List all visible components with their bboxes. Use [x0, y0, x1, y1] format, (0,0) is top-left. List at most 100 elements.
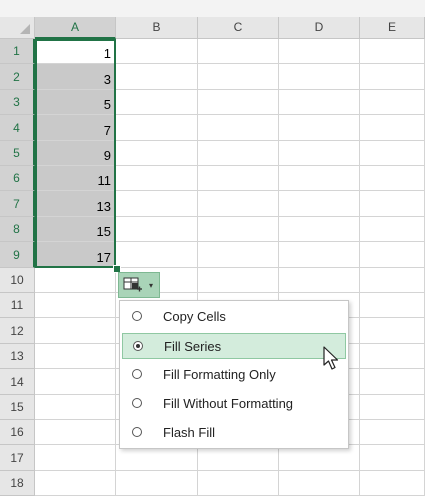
cell-a14[interactable]: [35, 369, 116, 395]
cell-c10[interactable]: [198, 268, 279, 293]
cell-e9[interactable]: [360, 242, 425, 268]
cell-b7[interactable]: [116, 191, 198, 217]
menu-item-flash-fill[interactable]: Flash Fill: [122, 420, 346, 446]
cell-a2[interactable]: 3: [35, 64, 116, 90]
cell-a6[interactable]: 11: [35, 166, 116, 191]
cell-a10[interactable]: [35, 268, 116, 293]
auto-fill-options-button[interactable]: ▾: [118, 272, 160, 298]
cell-a9[interactable]: 17: [35, 242, 116, 268]
cell-d10[interactable]: [279, 268, 360, 293]
cell-d2[interactable]: [279, 64, 360, 90]
cell-d4[interactable]: [279, 115, 360, 141]
row-header-17[interactable]: 17: [0, 445, 35, 471]
cell-e3[interactable]: [360, 90, 425, 115]
column-header-d[interactable]: D: [279, 17, 360, 39]
cell-e12[interactable]: [360, 318, 425, 344]
column-header-c[interactable]: C: [198, 17, 279, 39]
cell-d3[interactable]: [279, 90, 360, 115]
cell-a11[interactable]: [35, 293, 116, 318]
row-header-15[interactable]: 15: [0, 395, 35, 420]
cell-c9[interactable]: [198, 242, 279, 268]
cell-c5[interactable]: [198, 141, 279, 166]
cell-b18[interactable]: [116, 471, 198, 496]
cell-d1[interactable]: [279, 39, 360, 64]
cell-b8[interactable]: [116, 217, 198, 242]
cell-b5[interactable]: [116, 141, 198, 166]
cell-a7[interactable]: 13: [35, 191, 116, 217]
cell-b6[interactable]: [116, 166, 198, 191]
cell-a17[interactable]: [35, 445, 116, 471]
cell-e11[interactable]: [360, 293, 425, 318]
column-header-a[interactable]: A: [35, 17, 116, 39]
cell-c8[interactable]: [198, 217, 279, 242]
cell-e17[interactable]: [360, 445, 425, 471]
cell-e10[interactable]: [360, 268, 425, 293]
row-header-12[interactable]: 12: [0, 318, 35, 344]
row-header-13[interactable]: 13: [0, 344, 35, 369]
cell-a3[interactable]: 5: [35, 90, 116, 115]
cell-a15[interactable]: [35, 395, 116, 420]
cell-c7[interactable]: [198, 191, 279, 217]
cell-d5[interactable]: [279, 141, 360, 166]
row-header-5[interactable]: 5: [0, 141, 35, 166]
cell-e4[interactable]: [360, 115, 425, 141]
row-header-11[interactable]: 11: [0, 293, 35, 318]
cell-e18[interactable]: [360, 471, 425, 496]
row-header-9[interactable]: 9: [0, 242, 35, 268]
row-header-14[interactable]: 14: [0, 369, 35, 395]
cell-c4[interactable]: [198, 115, 279, 141]
cell-c6[interactable]: [198, 166, 279, 191]
menu-item-label: Fill Series: [164, 339, 222, 354]
row-header-7[interactable]: 7: [0, 191, 35, 217]
cell-b2[interactable]: [116, 64, 198, 90]
row-header-2[interactable]: 2: [0, 64, 35, 90]
row-header-3[interactable]: 3: [0, 90, 35, 115]
cell-a1[interactable]: 1: [35, 39, 116, 64]
row-header-4[interactable]: 4: [0, 115, 35, 141]
cell-a4[interactable]: 7: [35, 115, 116, 141]
cell-c3[interactable]: [198, 90, 279, 115]
cell-c18[interactable]: [198, 471, 279, 496]
cell-b1[interactable]: [116, 39, 198, 64]
menu-item-fill-formatting-only[interactable]: Fill Formatting Only: [122, 362, 346, 388]
row-header-10[interactable]: 10: [0, 268, 35, 293]
cell-e14[interactable]: [360, 369, 425, 395]
cell-c2[interactable]: [198, 64, 279, 90]
cell-e5[interactable]: [360, 141, 425, 166]
menu-item-fill-without-formatting[interactable]: Fill Without Formatting: [122, 391, 346, 417]
row-header-6[interactable]: 6: [0, 166, 35, 191]
cell-e8[interactable]: [360, 217, 425, 242]
cell-d7[interactable]: [279, 191, 360, 217]
cell-a18[interactable]: [35, 471, 116, 496]
cell-a12[interactable]: [35, 318, 116, 344]
column-header-e[interactable]: E: [360, 17, 425, 39]
cell-a5[interactable]: 9: [35, 141, 116, 166]
cell-e13[interactable]: [360, 344, 425, 369]
cell-a8[interactable]: 15: [35, 217, 116, 242]
cell-c1[interactable]: [198, 39, 279, 64]
cell-e15[interactable]: [360, 395, 425, 420]
auto-fill-options-icon: [123, 277, 142, 292]
row-header-18[interactable]: 18: [0, 471, 35, 496]
cell-e16[interactable]: [360, 420, 425, 445]
cell-e2[interactable]: [360, 64, 425, 90]
cell-d9[interactable]: [279, 242, 360, 268]
menu-item-copy-cells[interactable]: Copy Cells: [122, 304, 346, 330]
row-header-1[interactable]: 1: [0, 39, 35, 64]
chevron-down-icon: ▾: [149, 281, 154, 290]
cell-b9[interactable]: [116, 242, 198, 268]
cell-d8[interactable]: [279, 217, 360, 242]
cell-b4[interactable]: [116, 115, 198, 141]
cell-a16[interactable]: [35, 420, 116, 445]
cell-e6[interactable]: [360, 166, 425, 191]
row-header-16[interactable]: 16: [0, 420, 35, 445]
cell-e7[interactable]: [360, 191, 425, 217]
cell-d6[interactable]: [279, 166, 360, 191]
column-header-b[interactable]: B: [116, 17, 198, 39]
cell-b3[interactable]: [116, 90, 198, 115]
cell-d18[interactable]: [279, 471, 360, 496]
cell-a13[interactable]: [35, 344, 116, 369]
row-header-8[interactable]: 8: [0, 217, 35, 242]
menu-item-fill-series[interactable]: Fill Series: [122, 333, 346, 359]
cell-e1[interactable]: [360, 39, 425, 64]
